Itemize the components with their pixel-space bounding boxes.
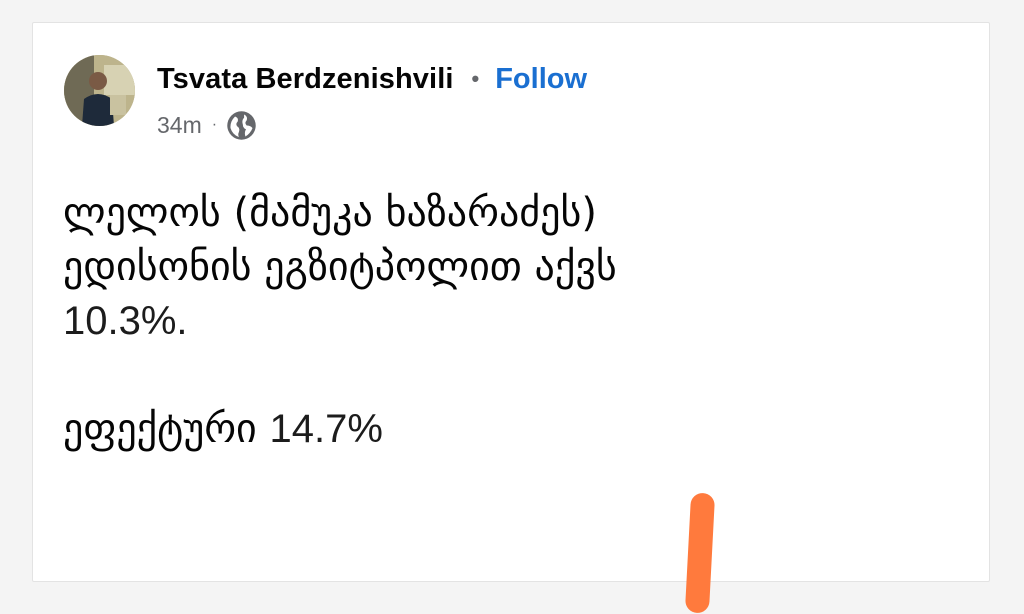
post-meta: 34m · xyxy=(157,109,257,141)
author-name[interactable]: Tsvata Berdzenishvili xyxy=(157,63,454,96)
avatar-photo xyxy=(64,55,135,126)
post-text: ლელოს (მამუკა ხაზარაძეს) ედისონის ეგზიტპ… xyxy=(63,191,963,467)
annotation-mark xyxy=(684,492,716,614)
post-line-2: ედისონის ეგზიტპოლით აქვს xyxy=(63,244,617,290)
separator-dot: • xyxy=(471,66,480,91)
percentage-value: 10.3%. xyxy=(63,299,188,343)
post-card: Tsvata Berdzenishvili • Follow 34m · ლელ… xyxy=(32,22,990,614)
meta-separator: · xyxy=(211,116,218,133)
effective-word: ეფექტური xyxy=(63,406,257,452)
post-line-1: ლელოს (მამუკა ხაზარაძეს) xyxy=(63,190,597,236)
avatar[interactable] xyxy=(64,55,135,126)
follow-button[interactable]: Follow xyxy=(495,63,587,96)
post-line-4: ეფექტური 14.7% xyxy=(63,407,963,467)
author-line: Tsvata Berdzenishvili • Follow xyxy=(157,59,587,99)
globe-icon[interactable] xyxy=(226,110,257,141)
post-line-3: 10.3%. xyxy=(63,299,963,359)
post-timestamp[interactable]: 34m xyxy=(157,112,202,139)
effective-percentage: 14.7% xyxy=(269,407,383,451)
